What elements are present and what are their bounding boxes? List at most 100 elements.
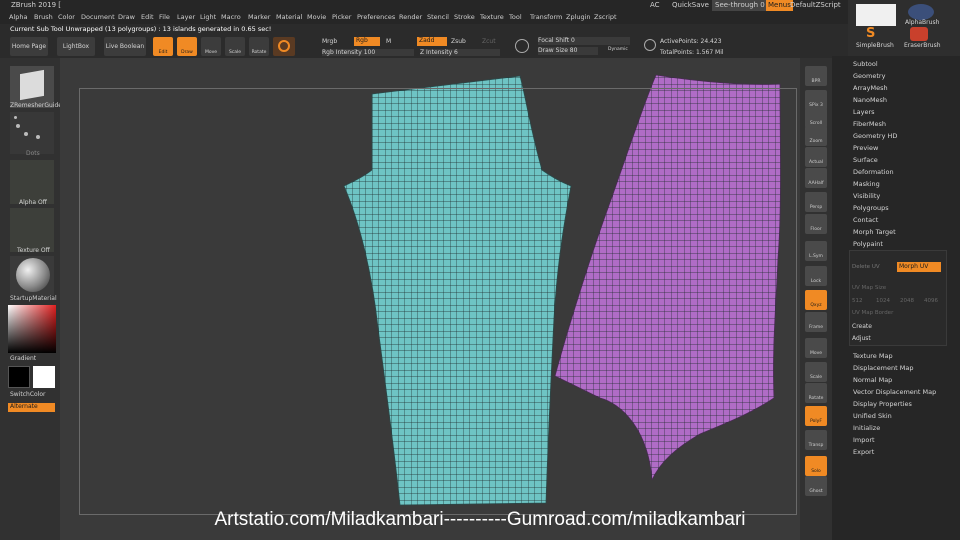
morph-uv-button[interactable]: Morph UV — [897, 262, 941, 272]
shelf-l-sym-button[interactable]: L.Sym — [805, 241, 827, 261]
palette-normal-map[interactable]: Normal Map — [853, 376, 892, 384]
edit-button[interactable]: Edit — [153, 37, 173, 56]
m-toggle[interactable]: M — [386, 38, 391, 45]
palette-fibermesh[interactable]: FiberMesh — [853, 120, 886, 128]
focal-shift-slider[interactable]: Focal Shift 0 — [538, 37, 630, 45]
menu-marker[interactable]: Marker — [248, 11, 270, 24]
menu-zplugin[interactable]: Zplugin — [566, 11, 591, 24]
alpha-brush-icon[interactable] — [908, 4, 934, 20]
zsub-toggle[interactable]: Zsub — [451, 38, 466, 45]
draw-button[interactable]: Draw — [177, 37, 197, 56]
alpha-button[interactable] — [10, 160, 54, 204]
mrgb-toggle[interactable]: Mrgb — [322, 38, 337, 45]
menu-alpha[interactable]: Alpha — [9, 11, 27, 24]
menu-tool[interactable]: Tool — [509, 11, 522, 24]
shelf-scale-button[interactable]: Scale — [805, 362, 827, 382]
shelf-lock-button[interactable]: Lock — [805, 266, 827, 286]
menu-draw[interactable]: Draw — [118, 11, 135, 24]
shelf-rotate-button[interactable]: Rotate — [805, 383, 827, 403]
shelf-actual-button[interactable]: Actual — [805, 147, 827, 167]
palette-polygroups[interactable]: Polygroups — [853, 204, 889, 212]
palette-morph-target[interactable]: Morph Target — [853, 228, 896, 236]
palette-deformation[interactable]: Deformation — [853, 168, 894, 176]
uv-size-1024[interactable]: 1024 — [876, 298, 890, 304]
uv-size-512[interactable]: 512 — [852, 298, 863, 304]
palette-displacement-map[interactable]: Displacement Map — [853, 364, 913, 372]
menu-render[interactable]: Render — [399, 11, 422, 24]
palette-contact[interactable]: Contact — [853, 216, 878, 224]
home-page-button[interactable]: Home Page — [10, 37, 48, 56]
menu-edit[interactable]: Edit — [141, 11, 154, 24]
shelf-move-button[interactable]: Move — [805, 338, 827, 358]
material-preview-button[interactable] — [273, 37, 295, 56]
palette-geometry[interactable]: Geometry — [853, 72, 885, 80]
default-zscript-button[interactable]: DefaultZScript — [790, 0, 841, 11]
rgb-intensity-slider[interactable]: Rgb Intensity 100 — [322, 49, 414, 56]
simple-brush-icon[interactable]: S — [866, 27, 882, 41]
palette-nanomesh[interactable]: NanoMesh — [853, 96, 887, 104]
menu-layer[interactable]: Layer — [177, 11, 195, 24]
uv-size-2048[interactable]: 2048 — [900, 298, 914, 304]
brush-thumbnail[interactable] — [856, 4, 896, 26]
primary-color-swatch[interactable] — [8, 366, 30, 388]
palette-export[interactable]: Export — [853, 448, 874, 456]
shelf-scroll-button[interactable]: Scroll — [805, 108, 827, 128]
zcut-toggle[interactable]: Zcut — [482, 38, 496, 45]
shelf-aahalf-button[interactable]: AAHalf — [805, 168, 827, 188]
adjust-button[interactable]: Adjust — [852, 335, 871, 342]
lightbox-button[interactable]: LightBox — [57, 37, 95, 56]
quicksave-button[interactable]: QuickSave — [672, 0, 709, 11]
menu-preferences[interactable]: Preferences — [357, 11, 395, 24]
palette-subtool[interactable]: Subtool — [853, 60, 878, 68]
palette-visibility[interactable]: Visibility — [853, 192, 880, 200]
palette-unified-skin[interactable]: Unified Skin — [853, 412, 892, 420]
live-boolean-button[interactable]: Live Boolean — [104, 37, 146, 56]
material-button[interactable] — [10, 256, 54, 296]
alternate-button[interactable]: Alternate — [8, 403, 55, 412]
menu-texture[interactable]: Texture — [480, 11, 504, 24]
menu-picker[interactable]: Picker — [332, 11, 351, 24]
palette-layers[interactable]: Layers — [853, 108, 875, 116]
switch-color-button[interactable]: SwitchColor — [10, 391, 46, 398]
menu-transform[interactable]: Transform — [530, 11, 562, 24]
dynamic-toggle[interactable]: Dynamic — [608, 47, 628, 52]
menu-brush[interactable]: Brush — [34, 11, 53, 24]
stroke-dots-button[interactable] — [10, 112, 54, 154]
palette-display-properties[interactable]: Display Properties — [853, 400, 912, 408]
delete-uv-button[interactable]: Delete UV — [852, 264, 880, 270]
eraser-brush-icon[interactable] — [910, 27, 928, 41]
menu-movie[interactable]: Movie — [307, 11, 326, 24]
palette-import[interactable]: Import — [853, 436, 875, 444]
palette-surface[interactable]: Surface — [853, 156, 878, 164]
draw-size-slider[interactable]: Draw Size 80 — [538, 47, 598, 55]
zadd-toggle[interactable]: Zadd — [417, 37, 447, 46]
uv-size-4096[interactable]: 4096 — [924, 298, 938, 304]
shelf-spix-3-button[interactable]: SPix 3 — [805, 90, 827, 110]
move-button[interactable]: Move — [201, 37, 221, 56]
secondary-color-swatch[interactable] — [33, 366, 55, 388]
shelf-frame-button[interactable]: Frame — [805, 312, 827, 332]
palette-initialize[interactable]: Initialize — [853, 424, 880, 432]
color-picker[interactable] — [8, 305, 56, 353]
menu-material[interactable]: Material — [276, 11, 302, 24]
shelf-bpr-button[interactable]: BPR — [805, 66, 827, 86]
texture-button[interactable] — [10, 208, 54, 252]
palette-polypaint[interactable]: Polypaint — [853, 240, 883, 248]
shelf-ghost-button[interactable]: Ghost — [805, 476, 827, 496]
menu-stencil[interactable]: Stencil — [427, 11, 449, 24]
palette-geometry-hd[interactable]: Geometry HD — [853, 132, 897, 140]
menu-file[interactable]: File — [159, 11, 170, 24]
menu-color[interactable]: Color — [58, 11, 75, 24]
palette-preview[interactable]: Preview — [853, 144, 878, 152]
menus-button[interactable]: Menus — [766, 0, 793, 11]
palette-arraymesh[interactable]: ArrayMesh — [853, 84, 888, 92]
menu-light[interactable]: Light — [200, 11, 216, 24]
create-button[interactable]: Create — [852, 323, 872, 330]
rotate-button[interactable]: Rotate — [249, 37, 269, 56]
menu-stroke[interactable]: Stroke — [454, 11, 475, 24]
palette-texture-map[interactable]: Texture Map — [853, 352, 893, 360]
rgb-toggle[interactable]: Rgb — [354, 37, 380, 46]
scale-button[interactable]: Scale — [225, 37, 245, 56]
menu-document[interactable]: Document — [81, 11, 115, 24]
shelf-persp-button[interactable]: Persp — [805, 192, 827, 212]
